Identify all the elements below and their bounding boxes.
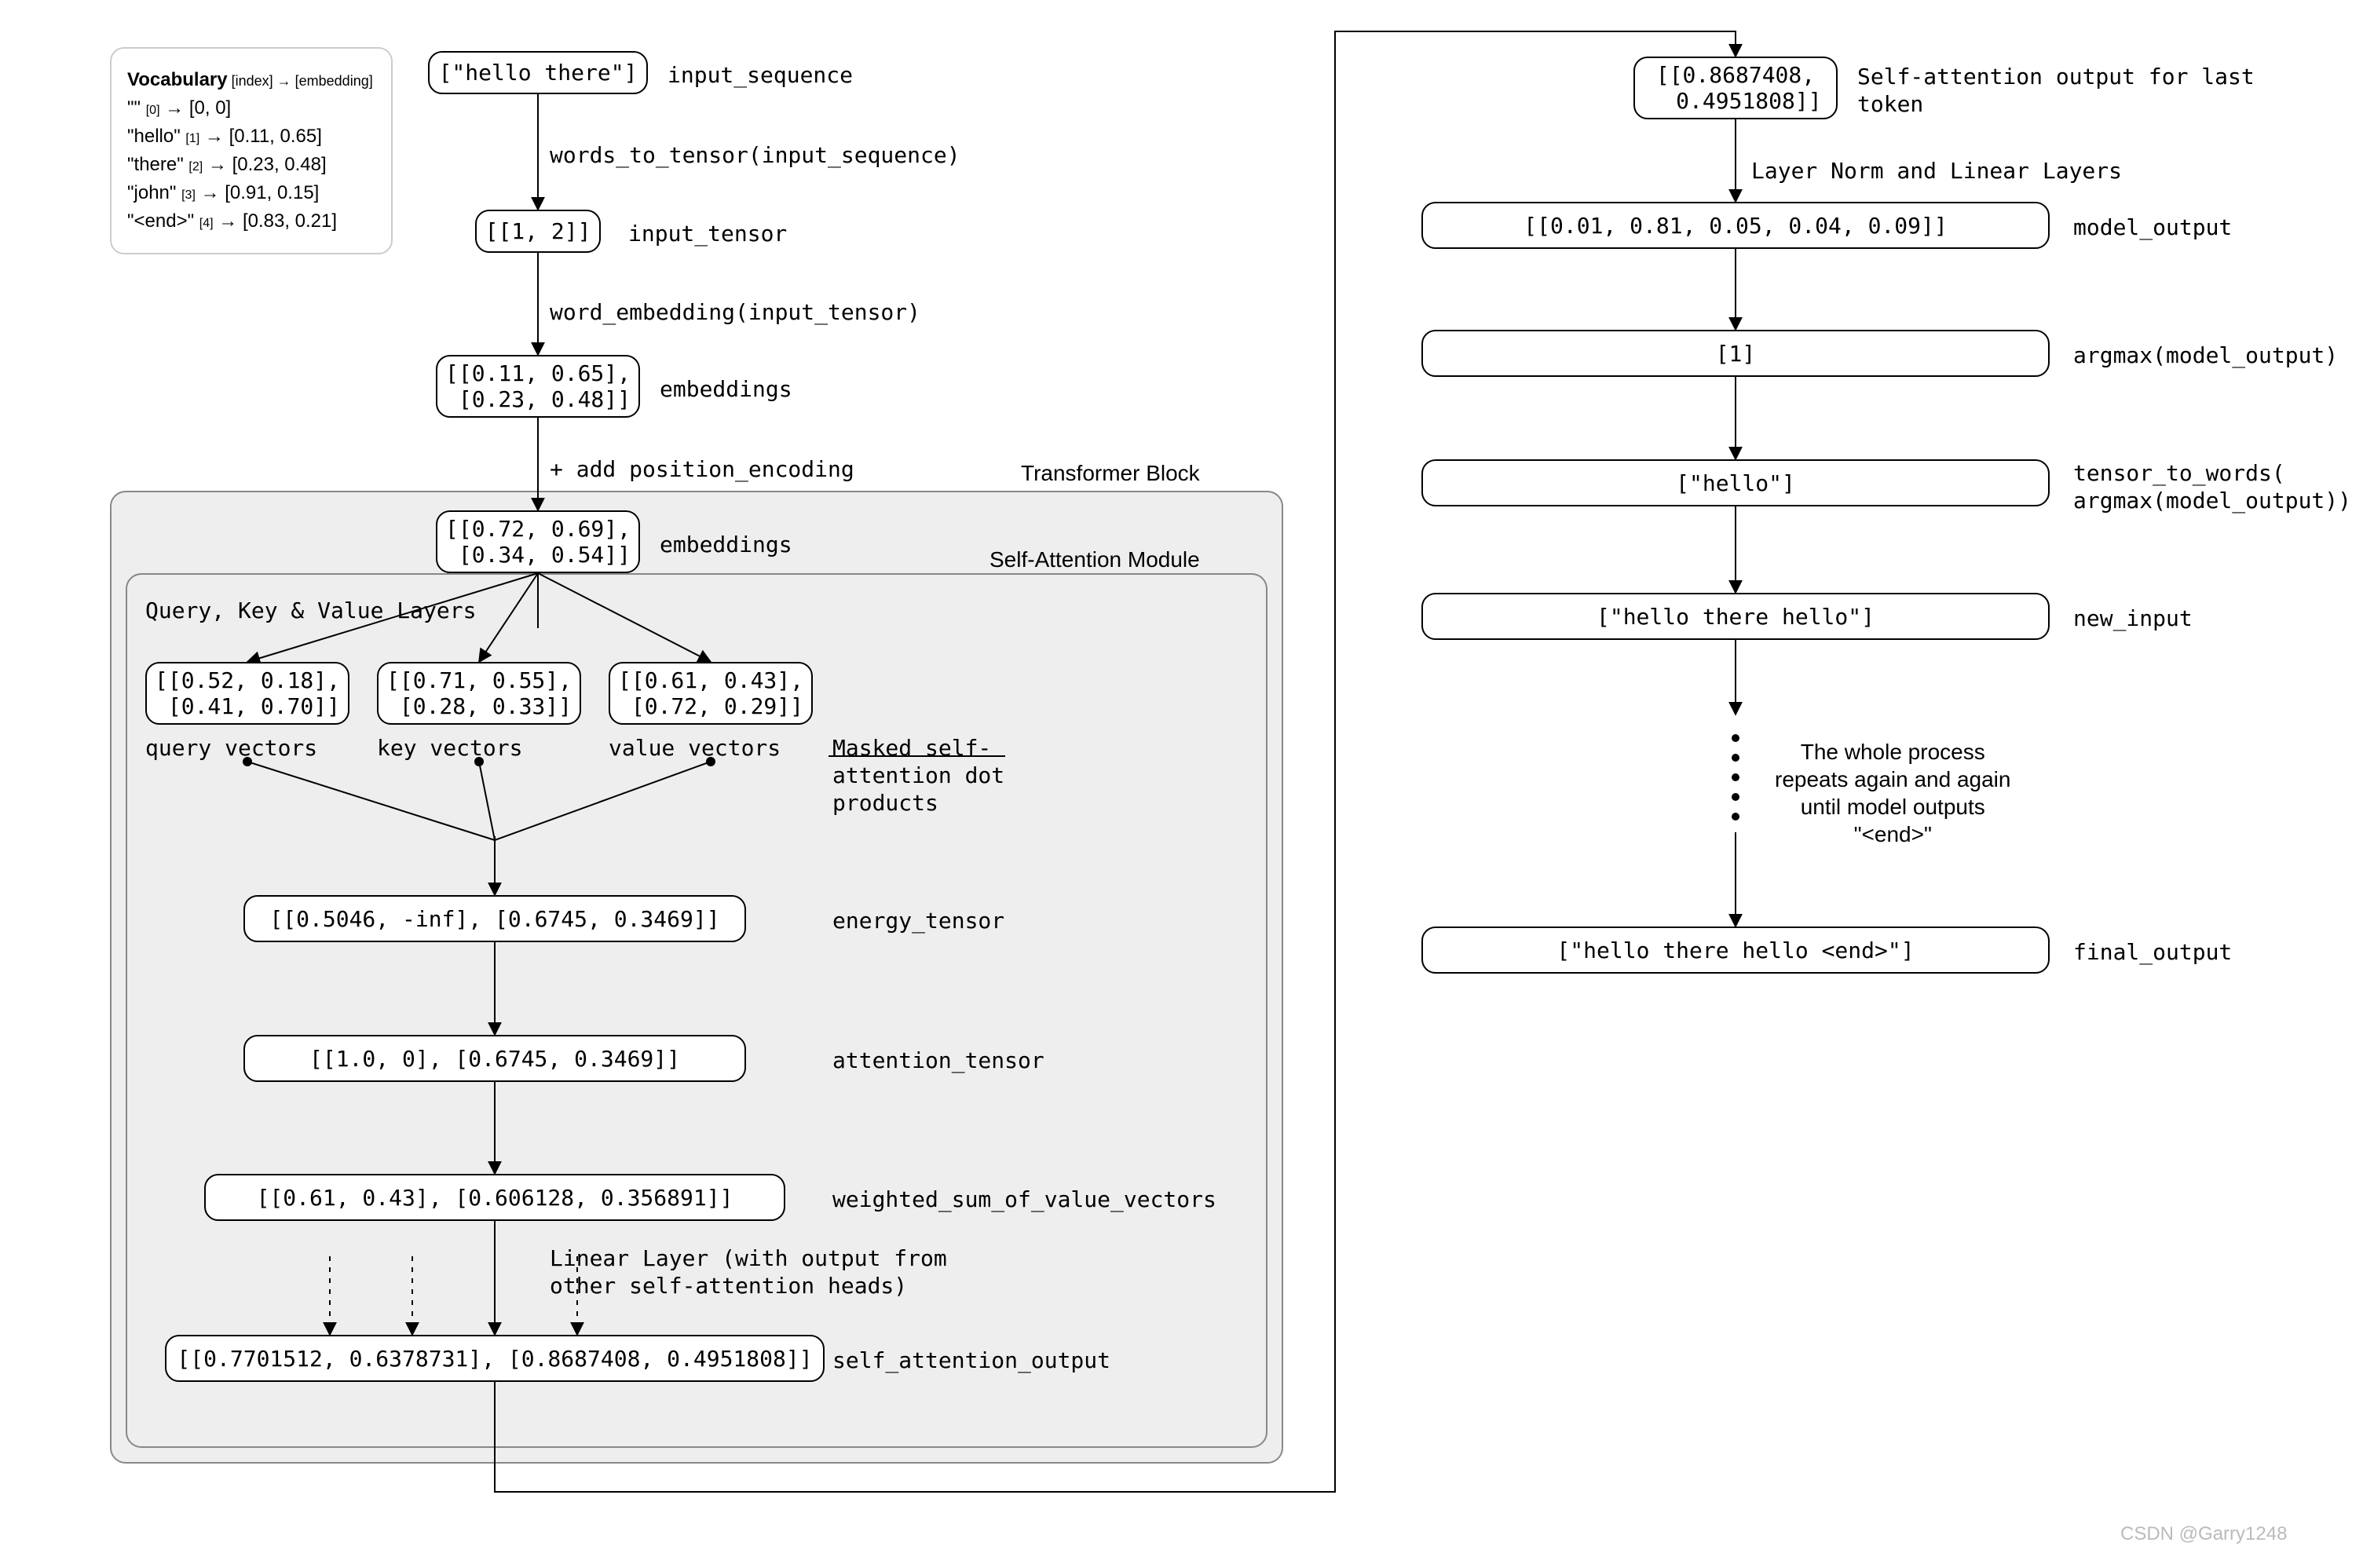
final-output-box: ["hello there hello <end>"] — [1421, 927, 2050, 974]
embeddings1-box: [[0.11, 0.65], [0.23, 0.48]] — [436, 355, 640, 418]
query-vectors-box: [[0.52, 0.18], [0.41, 0.70]] — [145, 662, 349, 725]
model-output-box: [[0.01, 0.81, 0.05, 0.04, 0.09]] — [1421, 202, 2050, 249]
tensor-to-words-box: ["hello"] — [1421, 459, 2050, 506]
new-input-box: ["hello there hello"] — [1421, 593, 2050, 640]
energy-tensor-box: [[0.5046, -inf], [0.6745, 0.3469]] — [243, 895, 746, 942]
attention-tensor-box: [[1.0, 0], [0.6745, 0.3469]] — [243, 1035, 746, 1082]
self-attention-output-box: [[0.7701512, 0.6378731], [0.8687408, 0.4… — [165, 1335, 825, 1382]
embeddings2-box: [[0.72, 0.69], [0.34, 0.54]] — [436, 510, 640, 573]
input-sequence-box: ["hello there"] — [428, 51, 648, 94]
key-vectors-box: [[0.71, 0.55], [0.28, 0.33]] — [377, 662, 581, 725]
input-tensor-box: [[1, 2]] — [475, 210, 601, 253]
weighted-sum-box: [[0.61, 0.43], [0.606128, 0.356891]] — [204, 1174, 785, 1221]
sa-last-token-box: [[0.8687408, 0.4951808]] — [1633, 57, 1838, 119]
value-vectors-box: [[0.61, 0.43], [0.72, 0.29]] — [609, 662, 813, 725]
argmax-box: [1] — [1421, 330, 2050, 377]
